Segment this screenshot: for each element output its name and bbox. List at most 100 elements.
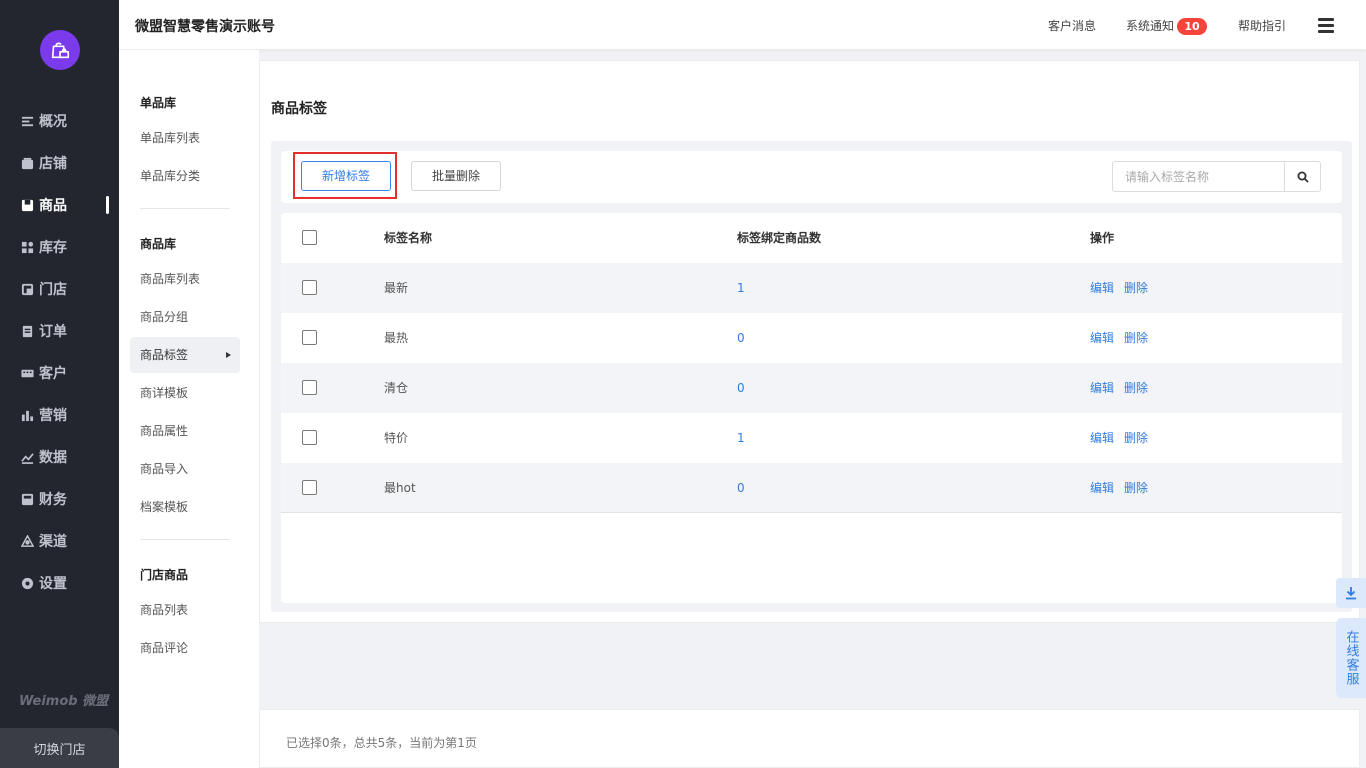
row-actions: 编辑 删除 (1090, 363, 1158, 413)
nav-item-customer[interactable]: 客户 (0, 352, 119, 394)
subnav-group-title: 单品库 (140, 96, 177, 110)
nav-item-label: 商品 (39, 198, 67, 214)
switch-store-button[interactable]: 切换门店 (0, 728, 119, 768)
notice-count-badge: 10 (1177, 18, 1208, 35)
customer-icon (20, 366, 34, 380)
row-actions: 编辑 删除 (1090, 463, 1158, 513)
row-checkbox[interactable] (302, 330, 317, 345)
table-row: 最hot 0 编辑 删除 (281, 463, 1342, 513)
search-box (1112, 161, 1321, 192)
batch-delete-button[interactable]: 批量删除 (411, 161, 501, 191)
delete-link[interactable]: 删除 (1124, 381, 1148, 395)
column-header-name: 标签名称 (384, 231, 433, 245)
channel-icon (20, 534, 34, 548)
select-all-checkbox[interactable] (302, 230, 317, 245)
nav-item-data[interactable]: 数据 (0, 436, 119, 478)
nav-item-order[interactable]: 订单 (0, 310, 119, 352)
subnav-item-sku-category[interactable]: 单品库分类 (130, 158, 240, 194)
tag-table: 标签名称 标签绑定商品数 操作 最新 1 编辑 删除 最热 0 编辑 删除 清仓… (281, 213, 1342, 603)
main-nav: 概况 店铺 商品 库存 门店 订单 客户 营销 数据 财务 渠道 设置 (0, 100, 119, 604)
shopping-bag-icon (51, 42, 70, 59)
main-sidebar: 概况 店铺 商品 库存 门店 订单 客户 营销 数据 财务 渠道 设置 Weim… (0, 0, 119, 768)
nav-item-label: 订单 (39, 324, 67, 340)
nav-item-store[interactable]: 店铺 (0, 142, 119, 184)
tag-goods-count[interactable]: 0 (737, 363, 745, 413)
tag-search-input[interactable] (1113, 162, 1285, 191)
app-logo[interactable] (40, 30, 80, 70)
order-icon (20, 324, 34, 338)
customer-message-link[interactable]: 客户消息 (1048, 17, 1096, 34)
top-header: 微盟智慧零售演示账号 客户消息 系统通知 10 帮助指引 (119, 0, 1366, 50)
content-area: 新增标签 批量删除 标签名称 标签绑定商品数 操作 最新 1 编 (271, 141, 1352, 612)
system-notice-label: 系统通知 (1126, 19, 1175, 33)
nav-item-label: 概况 (39, 114, 67, 130)
online-service-button[interactable]: 在线客服 (1336, 618, 1366, 698)
subnav-item-goods-tag[interactable]: 商品标签 (130, 337, 240, 373)
search-button[interactable] (1284, 162, 1320, 191)
delete-link[interactable]: 删除 (1124, 431, 1148, 445)
store-icon (20, 156, 34, 170)
subnav-item-goods-list[interactable]: 商品库列表 (130, 261, 240, 297)
subnav-item-archive-template[interactable]: 档案模板 (130, 489, 240, 525)
settings-icon (20, 576, 34, 590)
table-row: 清仓 0 编辑 删除 (281, 363, 1342, 413)
nav-item-label: 设置 (39, 576, 67, 592)
nav-item-label: 客户 (39, 366, 67, 382)
nav-item-label: 店铺 (39, 156, 67, 172)
nav-item-label: 财务 (39, 492, 67, 508)
nav-item-settings[interactable]: 设置 (0, 562, 119, 604)
row-actions: 编辑 删除 (1090, 413, 1158, 463)
goods-icon (20, 198, 34, 212)
edit-link[interactable]: 编辑 (1090, 281, 1114, 295)
system-notice-link[interactable]: 系统通知 10 (1126, 17, 1208, 35)
nav-item-goods[interactable]: 商品 (0, 184, 119, 226)
subnav-item-goods-review[interactable]: 商品评论 (130, 630, 240, 666)
finance-icon (20, 492, 34, 506)
tag-goods-count[interactable]: 1 (737, 413, 745, 463)
subnav-item-sku-list[interactable]: 单品库列表 (130, 120, 240, 156)
subnav-divider (140, 539, 230, 540)
edit-link[interactable]: 编辑 (1090, 331, 1114, 345)
delete-link[interactable]: 删除 (1124, 481, 1148, 495)
row-actions: 编辑 删除 (1090, 263, 1158, 313)
edit-link[interactable]: 编辑 (1090, 431, 1114, 445)
download-button[interactable] (1336, 578, 1366, 608)
delete-link[interactable]: 删除 (1124, 331, 1148, 345)
tag-name: 最热 (384, 331, 409, 345)
shop-icon (20, 282, 34, 296)
row-checkbox[interactable] (302, 380, 317, 395)
delete-link[interactable]: 删除 (1124, 281, 1148, 295)
nav-item-label: 营销 (39, 408, 67, 424)
subnav-item-goods-attribute[interactable]: 商品属性 (130, 413, 240, 449)
inventory-icon (20, 240, 34, 254)
subnav-group-title: 商品库 (140, 237, 177, 251)
hamburger-menu-icon[interactable] (1318, 18, 1334, 33)
tag-goods-count[interactable]: 0 (737, 313, 745, 363)
brand-logo: Weimob 微盟 (19, 694, 109, 709)
nav-item-marketing[interactable]: 营销 (0, 394, 119, 436)
nav-item-overview[interactable]: 概况 (0, 100, 119, 142)
subnav-item-goods-import[interactable]: 商品导入 (130, 451, 240, 487)
tag-goods-count[interactable]: 1 (737, 263, 745, 313)
nav-item-label: 渠道 (39, 534, 67, 550)
nav-item-label: 门店 (39, 282, 67, 298)
tag-goods-count[interactable]: 0 (737, 463, 745, 513)
nav-item-finance[interactable]: 财务 (0, 478, 119, 520)
search-icon (1297, 171, 1309, 183)
row-checkbox[interactable] (302, 480, 317, 495)
edit-link[interactable]: 编辑 (1090, 381, 1114, 395)
subnav-item-store-goods-list[interactable]: 商品列表 (130, 592, 240, 628)
nav-item-channel[interactable]: 渠道 (0, 520, 119, 562)
nav-item-shop[interactable]: 门店 (0, 268, 119, 310)
subnav-item-goods-group[interactable]: 商品分组 (130, 299, 240, 335)
row-checkbox[interactable] (302, 430, 317, 445)
subnav-item-detail-template[interactable]: 商详模板 (130, 375, 240, 411)
table-row: 最热 0 编辑 删除 (281, 313, 1342, 363)
row-checkbox[interactable] (302, 280, 317, 295)
add-tag-button[interactable]: 新增标签 (301, 161, 391, 191)
toolbar: 新增标签 批量删除 (281, 151, 1342, 203)
page-title: 商品标签 (271, 101, 327, 117)
nav-item-inventory[interactable]: 库存 (0, 226, 119, 268)
edit-link[interactable]: 编辑 (1090, 481, 1114, 495)
help-guide-link[interactable]: 帮助指引 (1238, 17, 1286, 34)
